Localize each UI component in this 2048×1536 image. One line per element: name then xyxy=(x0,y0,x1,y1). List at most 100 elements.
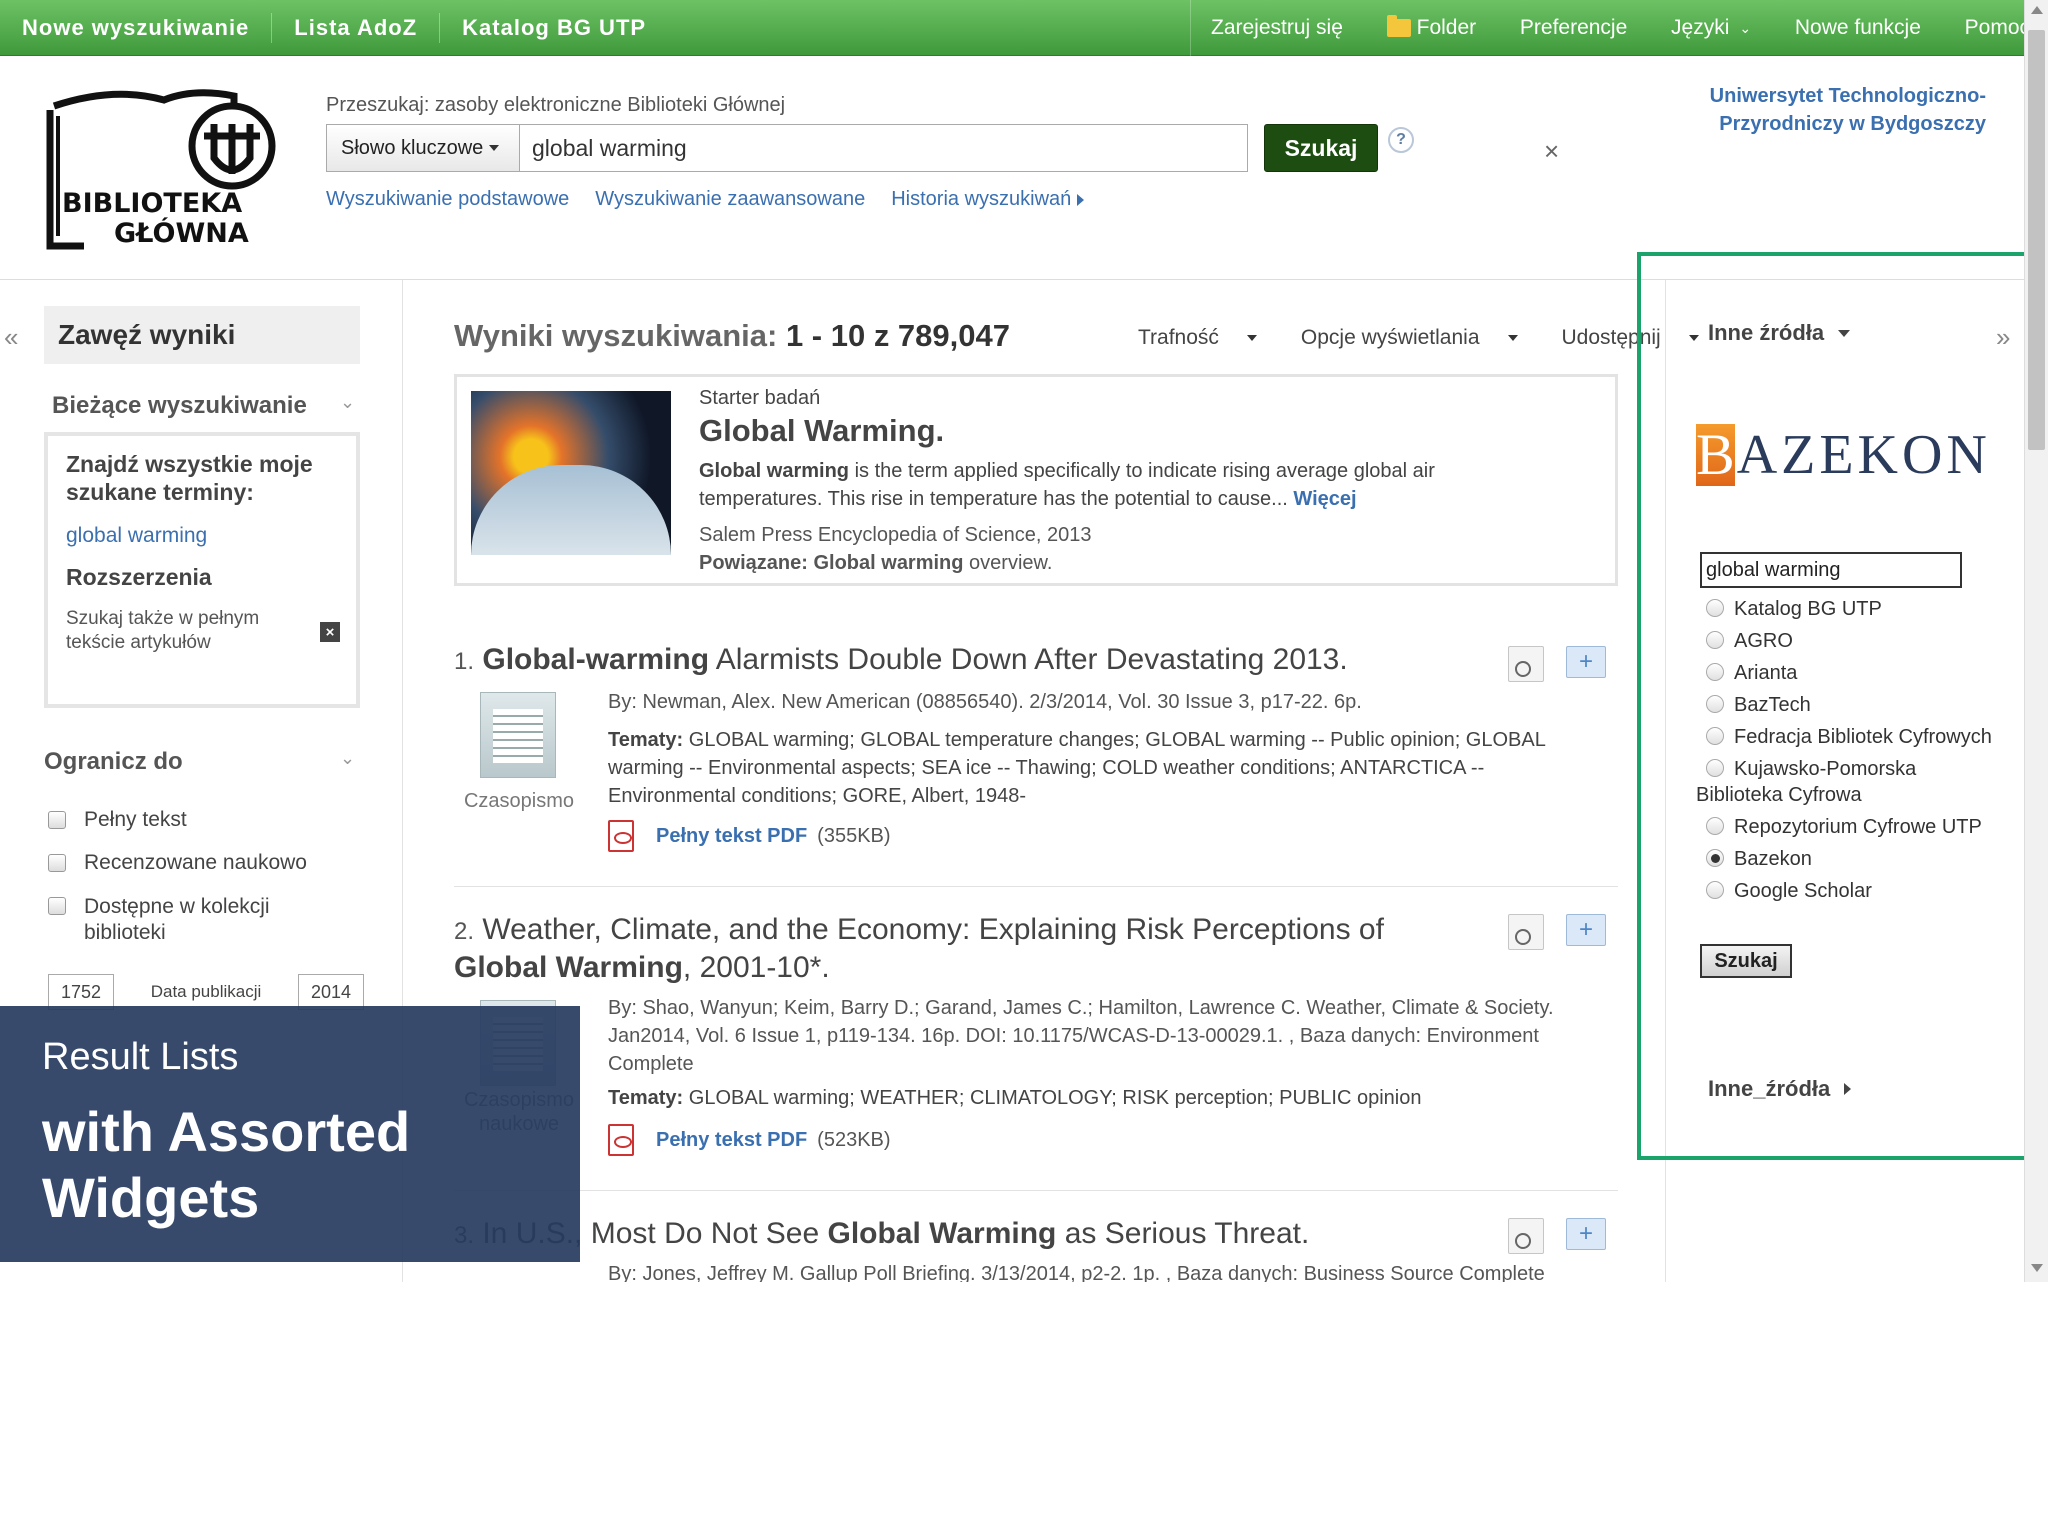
limit-library-collection-label: Dostępne w kolekcji biblioteki xyxy=(84,895,270,944)
subjects-text: GLOBAL warming; GLOBAL temperature chang… xyxy=(608,729,1546,807)
more-link[interactable]: Więcej xyxy=(1293,488,1356,510)
add-to-folder-icon[interactable]: + xyxy=(1566,1218,1606,1250)
scroll-up-icon[interactable] xyxy=(2031,6,2043,14)
source-option[interactable]: AGRO xyxy=(1696,628,2006,654)
add-to-folder-icon[interactable]: + xyxy=(1566,646,1606,678)
source-option-selected[interactable]: Bazekon xyxy=(1696,846,2006,872)
result-title-highlight: Global Warming xyxy=(454,951,683,984)
related-label[interactable]: Powiązane: Global warming xyxy=(699,552,964,574)
nav-a-to-z-list[interactable]: Lista AdoZ xyxy=(272,13,441,43)
result-citation: By: Newman, Alex. New American (08856540… xyxy=(608,691,1362,713)
advanced-search-link[interactable]: Wyszukiwanie zaawansowane xyxy=(595,188,865,211)
research-starter: Starter badań Global Warming. Global war… xyxy=(454,374,1618,586)
nav-new-features[interactable]: Nowe funkcje xyxy=(1795,16,1921,40)
vertical-scrollbar[interactable] xyxy=(2024,0,2048,1282)
results-count: 1 - 10 z 789,047 xyxy=(785,318,1010,353)
chevron-down-icon[interactable]: ⌄ xyxy=(340,748,355,769)
other-sources-dropdown[interactable]: Inne źródła xyxy=(1708,320,1851,346)
radio-button[interactable] xyxy=(1706,817,1724,835)
pdf-fulltext-link[interactable]: Pełny tekst PDF xyxy=(656,825,807,848)
pdf-fulltext[interactable]: Pełny tekst PDF (355KB) xyxy=(608,820,891,852)
pdf-fulltext-link[interactable]: Pełny tekst PDF xyxy=(656,1129,807,1152)
nav-help[interactable]: Pomoc xyxy=(1965,16,2030,40)
date-from-input[interactable]: 1752 xyxy=(48,974,114,1010)
source-text: Salem Press Encyclopedia of Science, 201… xyxy=(699,524,1092,546)
result-title[interactable]: 3. In U.S., Most Do Not See Global Warmi… xyxy=(454,1216,1434,1254)
current-search-heading[interactable]: Bieżące wyszukiwanie xyxy=(52,392,307,420)
university-line-2: Przyrodniczy w Bydgoszczy xyxy=(1719,113,1986,135)
search-input[interactable] xyxy=(520,124,1248,172)
research-starter-thumbnail[interactable] xyxy=(471,391,671,555)
scroll-down-icon[interactable] xyxy=(2031,1264,2043,1272)
source-option[interactable]: Fedracja Bibliotek Cyfrowych xyxy=(1696,724,2006,750)
result-title[interactable]: 1. Global-warming Alarmists Double Down … xyxy=(454,642,1434,680)
search-field-select[interactable]: Słowo kluczowe xyxy=(326,124,520,172)
bazekon-logo[interactable]: B AZEKON xyxy=(1696,422,1987,487)
other-sources-link[interactable]: Inne_źródła xyxy=(1708,1076,1852,1102)
result-citation: By: Shao, Wanyun; Keim, Barry D.; Garand… xyxy=(608,997,1554,1075)
source-option-label: BazTech xyxy=(1734,694,1811,716)
limit-to-heading[interactable]: Ogranicz do xyxy=(44,748,183,776)
source-option[interactable]: BazTech xyxy=(1696,692,2006,718)
radio-button[interactable] xyxy=(1706,881,1724,899)
search-term-link[interactable]: global warming xyxy=(66,524,338,548)
checkbox[interactable] xyxy=(48,854,66,872)
results-heading: Wyniki wyszukiwania: 1 - 10 z 789,047 xyxy=(454,318,1010,354)
checkbox[interactable] xyxy=(48,811,66,829)
radio-button[interactable] xyxy=(1706,631,1724,649)
widget-search-input[interactable] xyxy=(1700,552,1962,588)
search-history-link[interactable]: Historia wyszukiwań xyxy=(891,188,1085,211)
nav-preferences[interactable]: Preferencje xyxy=(1520,16,1627,40)
research-starter-title[interactable]: Global Warming. xyxy=(699,413,944,449)
limit-fulltext[interactable]: Pełny tekst xyxy=(48,808,187,832)
widget-search-button[interactable]: Szukaj xyxy=(1700,944,1792,978)
nav-new-search[interactable]: Nowe wyszukiwanie xyxy=(0,13,273,43)
bazekon-logo-initial: B xyxy=(1696,422,1735,487)
radio-button-selected[interactable] xyxy=(1706,849,1724,867)
sort-relevance-dropdown[interactable]: Trafność xyxy=(1138,326,1279,350)
radio-button[interactable] xyxy=(1706,599,1724,617)
help-icon[interactable]: ? xyxy=(1388,127,1414,153)
clear-icon[interactable]: × xyxy=(1544,136,1559,167)
fulltext-expander-label: Szukaj także w pełnym tekście artykułów xyxy=(66,608,260,653)
nav-register[interactable]: Zarejestruj się xyxy=(1211,16,1343,40)
caption-overlay: Result Lists with Assorted Widgets xyxy=(0,1006,580,1262)
radio-button[interactable] xyxy=(1706,727,1724,745)
source-option[interactable]: Google Scholar xyxy=(1696,878,2006,904)
result-title[interactable]: 2. Weather, Climate, and the Economy: Ex… xyxy=(454,912,1434,986)
top-navigation-bar: Nowe wyszukiwanie Lista AdoZ Katalog BG … xyxy=(0,0,2048,56)
remove-expander-icon[interactable]: × xyxy=(320,622,340,642)
source-option[interactable]: Katalog BG UTP xyxy=(1696,596,2006,622)
limit-library-collection[interactable]: Dostępne w kolekcji biblioteki xyxy=(48,894,288,946)
display-options-dropdown[interactable]: Opcje wyświetlania xyxy=(1301,326,1540,350)
nav-folder[interactable]: Folder xyxy=(1386,15,1476,40)
source-option[interactable]: Repozytorium Cyfrowe UTP xyxy=(1696,814,2006,840)
pdf-icon xyxy=(608,820,634,852)
radio-button[interactable] xyxy=(1706,695,1724,713)
radio-button[interactable] xyxy=(1706,759,1724,777)
preview-icon[interactable] xyxy=(1508,914,1544,950)
library-logo[interactable]: BIBLIOTEKA GŁÓWNA xyxy=(44,86,280,258)
pdf-fulltext[interactable]: Pełny tekst PDF (523KB) xyxy=(608,1124,891,1156)
preview-icon[interactable] xyxy=(1508,646,1544,682)
nav-catalog[interactable]: Katalog BG UTP xyxy=(440,13,668,43)
nav-languages[interactable]: Języki ⌄ xyxy=(1671,16,1751,40)
source-option-label: Kujawsko-Pomorska Biblioteka Cyfrowa xyxy=(1696,758,1917,806)
scrollbar-thumb[interactable] xyxy=(2028,30,2045,450)
chevron-down-icon[interactable]: ⌄ xyxy=(340,392,355,413)
collapse-left-icon[interactable]: « xyxy=(4,322,18,353)
source-option[interactable]: Kujawsko-Pomorska Biblioteka Cyfrowa xyxy=(1696,756,2006,808)
checkbox[interactable] xyxy=(48,897,66,915)
other-sources-label: Inne źródła xyxy=(1708,320,1825,345)
source-option[interactable]: Arianta xyxy=(1696,660,2006,686)
date-to-input[interactable]: 2014 xyxy=(298,974,364,1010)
preview-icon[interactable] xyxy=(1508,1218,1544,1254)
triangle-right-icon xyxy=(1077,193,1085,206)
basic-search-link[interactable]: Wyszukiwanie podstawowe xyxy=(326,188,569,211)
radio-button[interactable] xyxy=(1706,663,1724,681)
search-button[interactable]: Szukaj xyxy=(1264,124,1378,172)
university-name[interactable]: Uniwersytet Technologiczno- Przyrodniczy… xyxy=(1660,82,1986,138)
limit-peer-reviewed[interactable]: Recenzowane naukowo xyxy=(48,851,307,875)
add-to-folder-icon[interactable]: + xyxy=(1566,914,1606,946)
publication-date-label: Data publikacji xyxy=(150,982,262,1001)
